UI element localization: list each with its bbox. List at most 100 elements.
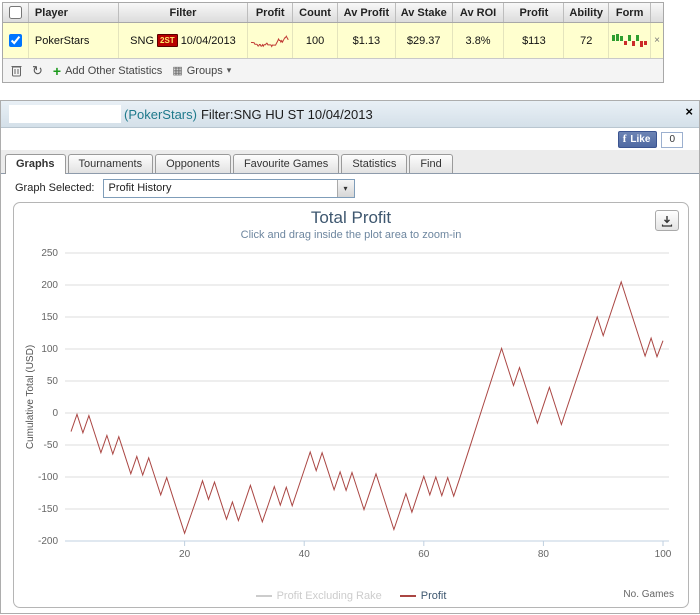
player-name-redacted — [9, 105, 121, 123]
legend-item-profit-excluding-rake[interactable]: Profit Excluding Rake — [255, 590, 382, 602]
like-count: 0 — [661, 131, 683, 148]
filter-prefix: SNG — [130, 34, 155, 47]
chart-legend: Profit Excluding Rake Profit — [14, 590, 688, 602]
x-axis-label: No. Games — [623, 589, 674, 600]
column-header-filter[interactable]: Filter — [119, 3, 249, 22]
player-name: PokerStars — [29, 23, 119, 58]
remove-row-button[interactable]: × — [654, 35, 660, 46]
table-row[interactable]: PokerStars SNG 2ST 10/04/2013 100 $1.13 … — [3, 23, 663, 59]
svg-text:200: 200 — [41, 280, 58, 291]
filter-heads-up-badge: 2ST — [157, 34, 178, 47]
svg-text:0: 0 — [52, 408, 58, 419]
av-stake-value: $29.37 — [396, 23, 453, 58]
svg-text:-100: -100 — [38, 472, 58, 483]
facebook-icon: f — [622, 133, 627, 145]
row-checkbox-cell — [3, 23, 29, 58]
filter-cell: SNG 2ST 10/04/2013 — [119, 23, 249, 58]
svg-text:-50: -50 — [44, 440, 59, 451]
groups-label: Groups — [186, 64, 223, 77]
close-icon[interactable]: × — [685, 104, 693, 119]
tab-statistics[interactable]: Statistics — [341, 154, 408, 173]
window-title-site: (PokerStars) — [124, 106, 197, 122]
profit-chart-plot[interactable]: -200 -150 -100 -50 0 50 100 150 200 250 20 40 60 80 10… — [21, 243, 681, 573]
legend-item-profit[interactable]: Profit — [399, 590, 447, 602]
refresh-button[interactable]: ↻ — [32, 63, 43, 79]
count-value: 100 — [293, 23, 338, 58]
svg-text:20: 20 — [179, 549, 191, 560]
graph-type-value: Profit History — [108, 182, 172, 194]
column-header-count[interactable]: Count — [293, 3, 338, 22]
av-roi-value: 3.8% — [453, 23, 505, 58]
column-header-av-profit[interactable]: Av Profit — [338, 3, 396, 22]
tab-opponents[interactable]: Opponents — [155, 154, 231, 173]
column-header-av-roi[interactable]: Av ROI — [453, 3, 505, 22]
profit-sparkline-icon — [251, 34, 289, 48]
table-header-row: Player Filter Profit Count Av Profit Av … — [3, 3, 663, 23]
column-header-close — [651, 3, 663, 22]
profit-sparkline-cell — [248, 23, 294, 58]
like-row: f Like 0 — [1, 128, 699, 150]
graph-selected-label: Graph Selected: — [15, 182, 95, 194]
column-header-profit[interactable]: Profit — [504, 3, 565, 22]
table-toolbar: ↻ + Add Other Statistics ▦ Groups ▾ — [3, 59, 663, 82]
legend-swatch-gray — [255, 595, 272, 597]
column-header-ability[interactable]: Ability — [564, 3, 610, 22]
tab-graphs[interactable]: Graphs — [5, 154, 66, 174]
graph-selector-row: Graph Selected: Profit History ▾ — [1, 174, 699, 202]
add-statistics-label: Add Other Statistics — [65, 64, 163, 77]
graph-type-select[interactable]: Profit History ▾ — [102, 178, 355, 198]
svg-text:Cumulative Total (USD): Cumulative Total (USD) — [25, 345, 36, 449]
svg-text:100: 100 — [655, 549, 672, 560]
stats-table: Player Filter Profit Count Av Profit Av … — [2, 2, 664, 83]
add-statistics-button[interactable]: + Add Other Statistics — [52, 62, 163, 79]
svg-text:150: 150 — [41, 312, 58, 323]
filter-date: 10/04/2013 — [180, 34, 236, 47]
ability-value: 72 — [564, 23, 610, 58]
dropdown-arrow-icon: ▾ — [336, 179, 354, 197]
remove-row-cell: × — [651, 23, 663, 58]
form-cell — [609, 23, 652, 58]
download-chart-button[interactable] — [655, 210, 679, 231]
svg-text:-200: -200 — [38, 536, 58, 547]
svg-text:250: 250 — [41, 248, 58, 259]
tab-tournaments[interactable]: Tournaments — [67, 154, 154, 173]
groups-button[interactable]: ▦ Groups ▾ — [172, 64, 232, 78]
trash-icon — [11, 66, 22, 77]
select-all-cell — [3, 3, 29, 22]
facebook-like-button[interactable]: f Like — [617, 131, 658, 148]
select-all-checkbox[interactable] — [8, 6, 22, 19]
column-header-form[interactable]: Form — [609, 3, 652, 22]
groups-grid-icon: ▦ — [172, 65, 183, 77]
window-title-filter: Filter:SNG HU ST 10/04/2013 — [200, 106, 373, 122]
chevron-down-icon: ▾ — [226, 65, 232, 75]
like-label: Like — [630, 133, 651, 145]
form-bars-icon — [612, 33, 648, 47]
results-window: (PokerStars) Filter:SNG HU ST 10/04/2013… — [0, 100, 700, 614]
svg-text:-150: -150 — [38, 504, 58, 515]
legend-label-profit: Profit — [420, 590, 447, 602]
download-icon — [661, 215, 673, 227]
svg-text:100: 100 — [41, 344, 58, 355]
column-header-av-stake[interactable]: Av Stake — [396, 3, 453, 22]
column-header-profit-graph[interactable]: Profit — [248, 3, 294, 22]
tab-find[interactable]: Find — [409, 154, 453, 173]
refresh-icon: ↻ — [32, 62, 43, 78]
chart-title: Total Profit — [310, 208, 392, 227]
window-titlebar: (PokerStars) Filter:SNG HU ST 10/04/2013… — [1, 101, 699, 128]
column-header-player[interactable]: Player — [29, 3, 119, 22]
svg-text:40: 40 — [299, 549, 311, 560]
delete-button[interactable] — [11, 64, 22, 77]
plus-icon: + — [52, 62, 62, 79]
svg-text:60: 60 — [418, 549, 430, 560]
chart-panel: Total Profit Click and drag inside the p… — [13, 202, 689, 608]
profit-value: $113 — [504, 23, 565, 58]
facebook-widget: f Like 0 — [617, 131, 683, 148]
legend-label-profit-excluding-rake: Profit Excluding Rake — [276, 590, 382, 602]
chart-subtitle: Click and drag inside the plot area to z… — [240, 229, 462, 241]
av-profit-value: $1.13 — [338, 23, 396, 58]
svg-text:50: 50 — [47, 376, 59, 387]
tabstrip: Graphs Tournaments Opponents Favourite G… — [1, 150, 699, 174]
tab-favourite-games[interactable]: Favourite Games — [232, 154, 340, 173]
row-checkbox[interactable] — [8, 34, 22, 47]
svg-text:80: 80 — [538, 549, 550, 560]
